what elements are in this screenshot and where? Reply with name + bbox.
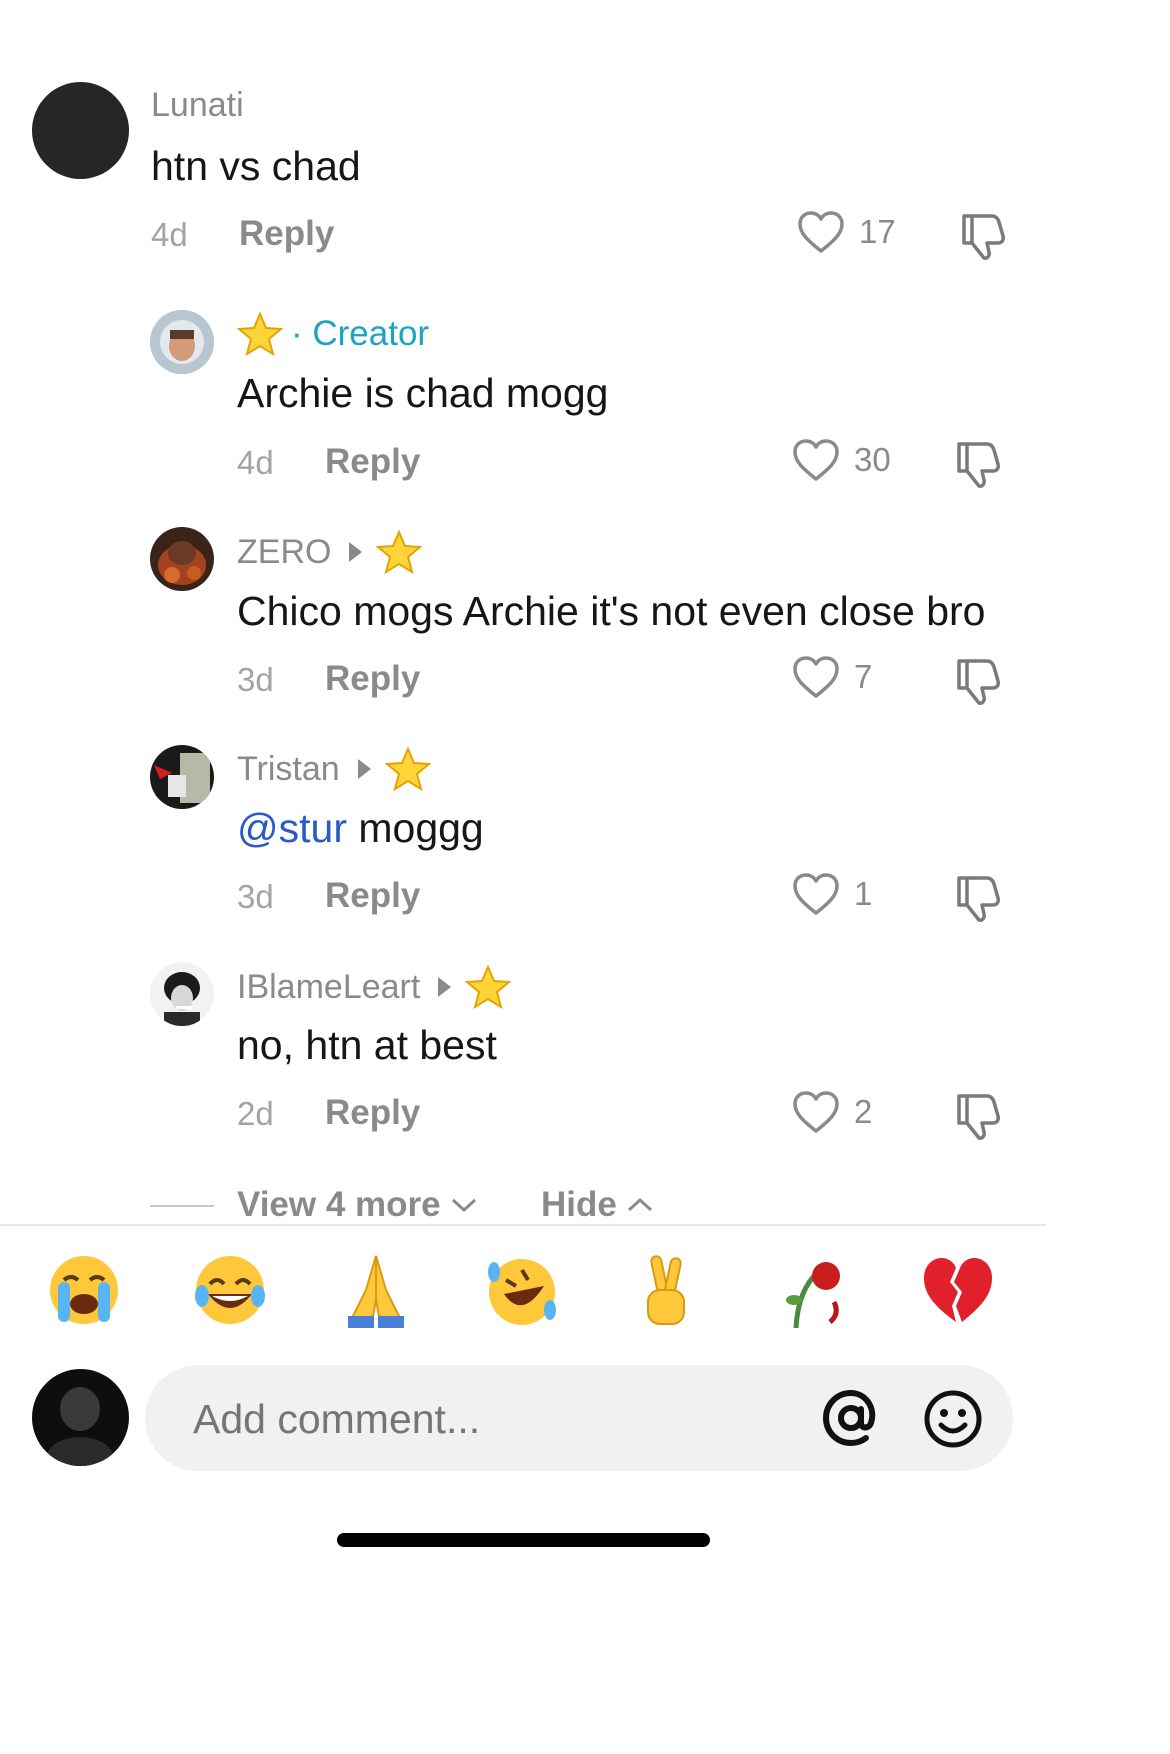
avatar[interactable] <box>150 962 214 1026</box>
comment-username[interactable]: IBlameLeart <box>237 965 512 1009</box>
smiley-face-icon <box>924 1390 982 1448</box>
avatar[interactable] <box>150 745 214 809</box>
dislike-button[interactable] <box>951 438 1003 490</box>
victory-hand-icon[interactable] <box>626 1250 706 1330</box>
at-sign-icon <box>822 1389 876 1447</box>
chevron-up-icon <box>627 1197 652 1212</box>
heart-icon <box>793 1091 839 1133</box>
thumbs-down-icon <box>962 214 1005 260</box>
comment-time: 3d <box>237 878 274 915</box>
avatar[interactable] <box>150 310 214 374</box>
like-count: 1 <box>854 875 873 912</box>
like-count: 2 <box>854 1093 873 1130</box>
comment-time: 3d <box>237 661 274 698</box>
view-more-label: View 4 more <box>237 1185 441 1224</box>
wilted-flower-icon[interactable] <box>772 1250 852 1330</box>
heart-icon <box>798 211 844 253</box>
like-button[interactable]: 1 <box>792 872 872 916</box>
reply-button[interactable]: Reply <box>239 214 334 254</box>
thread-divider <box>150 1205 214 1207</box>
current-user-avatar[interactable] <box>32 1369 129 1466</box>
rolling-on-floor-laughing-icon[interactable] <box>482 1250 562 1330</box>
comment-text: htn vs chad <box>151 143 361 189</box>
comment-time: 4d <box>151 216 188 253</box>
dislike-button[interactable] <box>951 1090 1003 1142</box>
username-text: ZERO <box>237 532 332 571</box>
folded-hands-icon[interactable] <box>336 1250 416 1330</box>
star-icon <box>376 530 423 574</box>
comment-text-body: moggg <box>346 805 484 851</box>
dislike-button[interactable] <box>951 655 1003 707</box>
heart-icon <box>793 873 839 915</box>
star-icon <box>237 312 283 356</box>
star-icon <box>384 747 431 791</box>
dislike-button[interactable] <box>951 872 1003 924</box>
comment-username[interactable]: ZERO <box>237 530 423 574</box>
comment-time: 2d <box>237 1095 274 1132</box>
star-icon <box>465 965 512 1009</box>
thumbs-down-icon <box>957 876 1000 922</box>
comment-username[interactable]: Tristan <box>237 747 431 791</box>
comment-input[interactable] <box>191 1389 795 1449</box>
mention-link[interactable]: @stur <box>237 805 347 851</box>
reply-button[interactable]: Reply <box>325 659 420 699</box>
reply-button[interactable]: Reply <box>325 1093 420 1133</box>
like-button[interactable]: 2 <box>792 1090 872 1134</box>
home-indicator[interactable] <box>337 1533 710 1547</box>
comment-text: Archie is chad mogg <box>237 370 609 416</box>
thumbs-down-icon <box>957 442 1000 488</box>
like-count: 7 <box>854 658 873 695</box>
heart-icon <box>793 656 839 698</box>
reply-button[interactable]: Reply <box>325 876 420 916</box>
hide-replies-button[interactable]: Hide <box>541 1185 655 1225</box>
reply-to-arrow-icon <box>438 977 452 997</box>
chevron-down-icon <box>451 1198 476 1213</box>
emoji-bar-divider <box>0 1224 1046 1226</box>
thumbs-down-icon <box>957 1094 1000 1140</box>
broken-heart-icon[interactable] <box>918 1250 998 1330</box>
avatar[interactable] <box>150 527 214 591</box>
reply-button[interactable]: Reply <box>325 442 420 482</box>
mention-button[interactable] <box>821 1387 881 1449</box>
heart-icon <box>793 439 839 481</box>
hide-label: Hide <box>541 1185 617 1224</box>
username-text: Tristan <box>237 749 340 788</box>
comment-username[interactable]: Lunati <box>151 86 244 125</box>
comment-input-box[interactable] <box>145 1365 1013 1471</box>
like-count: 30 <box>854 441 891 478</box>
like-count: 17 <box>859 213 896 250</box>
emoji-picker-button[interactable] <box>923 1389 983 1449</box>
like-button[interactable]: 30 <box>792 438 891 482</box>
comment-time: 4d <box>237 444 274 481</box>
view-more-replies-button[interactable]: View 4 more <box>237 1185 479 1225</box>
reply-to-arrow-icon <box>357 759 371 779</box>
username-text: IBlameLeart <box>237 967 421 1006</box>
avatar[interactable] <box>32 82 129 179</box>
loudly-crying-face-icon[interactable] <box>44 1250 124 1330</box>
comment-username[interactable]: · Creator <box>237 312 429 356</box>
comment-text: no, htn at best <box>237 1022 497 1068</box>
like-button[interactable]: 7 <box>792 655 872 699</box>
face-with-tears-of-joy-icon[interactable] <box>190 1250 270 1330</box>
like-button[interactable]: 17 <box>797 210 896 254</box>
reply-to-arrow-icon <box>349 542 363 562</box>
comment-text: Chico mogs Archie it's not even close br… <box>237 588 986 634</box>
creator-badge: · Creator <box>291 314 430 353</box>
dislike-button[interactable] <box>956 210 1008 262</box>
thumbs-down-icon <box>957 659 1000 705</box>
comment-text: @stur moggg <box>237 805 484 852</box>
